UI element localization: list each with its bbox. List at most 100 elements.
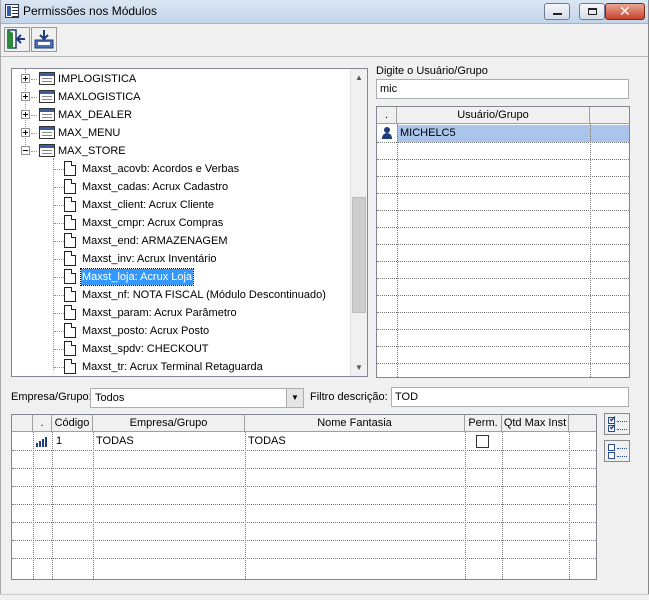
company-grid-header-codigo[interactable]: Código [52, 415, 93, 432]
tree-vertical-scrollbar[interactable]: ▲ ▼ [350, 69, 367, 376]
group-bars-icon [36, 437, 50, 447]
user-grid-header-empty [590, 107, 629, 124]
tree-item-maxst-loja[interactable]: Maxst_loja: Acrux Loja [12, 268, 352, 286]
expand-icon[interactable] [21, 74, 30, 83]
tree-item-maxst-cadas[interactable]: Maxst_cadas: Acrux Cadastro [12, 178, 352, 196]
tree-group-label: MAX_STORE [58, 145, 126, 157]
window-title: Permissões nos Módulos [23, 4, 158, 18]
document-icon [64, 233, 76, 248]
tree-item-label: Maxst_spdv: CHECKOUT [82, 343, 209, 355]
tree-group-max-menu[interactable]: MAX_MENU [12, 124, 352, 142]
tree-item-maxst-inv[interactable]: Maxst_inv: Acrux Inventário [12, 250, 352, 268]
company-cell-codigo: 1 [56, 435, 63, 447]
document-icon [64, 251, 76, 266]
scroll-down-arrow-icon[interactable]: ▼ [351, 359, 367, 376]
tree-item-maxst-posto[interactable]: Maxst_posto: Acrux Posto [12, 322, 352, 340]
expand-icon[interactable] [21, 110, 30, 119]
tree-item-maxst-tr[interactable]: Maxst_tr: Acrux Terminal Retaguarda [12, 358, 352, 376]
user-grid-header-marker[interactable]: . [377, 107, 397, 124]
module-icon [39, 90, 55, 103]
company-grid-header-marker[interactable]: . [33, 415, 52, 432]
check-all-icon: ✔ ✔ [608, 414, 628, 434]
scroll-thumb[interactable] [352, 197, 366, 313]
tree-item-label: Maxst_cmpr: Acrux Compras [82, 217, 224, 229]
tree-group-label: MAX_MENU [58, 127, 121, 139]
module-icon [39, 108, 55, 121]
status-strip [0, 594, 649, 600]
document-icon [64, 323, 76, 338]
module-icon [39, 144, 55, 157]
tree-group-label: MAX_DEALER [58, 109, 132, 121]
tree-item-maxst-spdv[interactable]: Maxst_spdv: CHECKOUT [12, 340, 352, 358]
company-grid-header-qtd[interactable]: Qtd Max Inst [502, 415, 569, 432]
tree-group-max-store[interactable]: MAX_STORE [12, 142, 352, 160]
company-grid-header-empresa[interactable]: Empresa/Grupo [93, 415, 245, 432]
document-icon [64, 269, 76, 284]
user-grid-header-name[interactable]: Usuário/Grupo [397, 107, 590, 124]
document-icon [64, 215, 76, 230]
company-cell-fantasia: TODAS [248, 435, 286, 447]
document-icon [64, 305, 76, 320]
tree-item-maxst-acovb[interactable]: Maxst_acovb: Acordos e Verbas [12, 160, 352, 178]
tree-item-label: Maxst_tr: Acrux Terminal Retaguarda [82, 361, 263, 373]
uncheck-all-icon [608, 443, 628, 461]
window-app-icon [5, 4, 19, 18]
empresa-select[interactable]: Todos ▼ [90, 388, 304, 408]
company-row[interactable]: 1 TODAS TODAS [12, 433, 596, 450]
uncheck-all-button[interactable] [604, 440, 630, 462]
tree-item-label: Maxst_cadas: Acrux Cadastro [82, 181, 229, 193]
maximize-icon [588, 8, 597, 15]
save-button[interactable] [31, 27, 57, 52]
tree-group-label: MAXLOGISTICA [58, 91, 141, 103]
dropdown-arrow-icon[interactable]: ▼ [286, 389, 303, 407]
document-icon [64, 197, 76, 212]
module-icon [39, 72, 55, 85]
check-all-button[interactable]: ✔ ✔ [604, 413, 630, 435]
module-icon [39, 126, 55, 139]
tree-group-implogistica[interactable]: IMPLOGISTICA [12, 70, 352, 88]
descricao-label: Filtro descrição: [310, 391, 388, 403]
empresa-label: Empresa/Grupo: [11, 391, 92, 403]
tree-item-maxst-cmpr[interactable]: Maxst_cmpr: Acrux Compras [12, 214, 352, 232]
perm-checkbox[interactable] [476, 435, 489, 448]
document-icon [64, 179, 76, 194]
tree-item-maxst-end[interactable]: Maxst_end: ARMAZENAGEM [12, 232, 352, 250]
module-tree[interactable]: IMPLOGISTICA MAXLOGISTICA MAX_DEALER MAX… [11, 68, 368, 377]
tree-item-label: Maxst_end: ARMAZENAGEM [82, 235, 228, 247]
company-grid-header-fantasia[interactable]: Nome Fantasia [245, 415, 465, 432]
exit-door-icon [7, 29, 25, 49]
save-download-icon [34, 30, 54, 49]
descricao-filter-input[interactable]: TOD [391, 387, 629, 407]
company-cell-empresa: TODAS [96, 435, 134, 447]
tree-item-maxst-nf[interactable]: Maxst_nf: NOTA FISCAL (Módulo Descontinu… [12, 286, 352, 304]
tree-item-label: Maxst_posto: Acrux Posto [82, 325, 210, 337]
close-button[interactable]: ✕ [605, 3, 645, 20]
user-cell-name: MICHELC5 [400, 127, 456, 139]
tree-item-label: Maxst_nf: NOTA FISCAL (Módulo Descontinu… [82, 289, 326, 301]
user-search-input[interactable]: mic [376, 79, 629, 99]
tree-item-maxst-param[interactable]: Maxst_param: Acrux Parâmetro [12, 304, 352, 322]
close-icon: ✕ [619, 3, 631, 19]
maximize-button[interactable] [579, 3, 605, 20]
tree-group-label: IMPLOGISTICA [58, 73, 137, 85]
company-grid-header-perm[interactable]: Perm. [465, 415, 502, 432]
collapse-icon[interactable] [21, 146, 30, 155]
tree-item-label-selected: Maxst_loja: Acrux Loja [79, 268, 195, 286]
scroll-up-arrow-icon[interactable]: ▲ [351, 69, 367, 86]
company-grid-header-filler [569, 415, 596, 432]
expand-icon[interactable] [21, 92, 30, 101]
document-icon [64, 161, 76, 176]
expand-icon[interactable] [21, 128, 30, 137]
minimize-button[interactable] [544, 3, 570, 20]
empresa-select-value: Todos [95, 392, 125, 404]
company-grid[interactable]: . Código Empresa/Grupo Nome Fantasia Per… [11, 414, 597, 580]
tree-group-max-dealer[interactable]: MAX_DEALER [12, 106, 352, 124]
tree-item-label: Maxst_acovb: Acordos e Verbas [82, 163, 240, 175]
tree-item-maxst-client[interactable]: Maxst_client: Acrux Cliente [12, 196, 352, 214]
document-icon [64, 287, 76, 302]
title-bar: Permissões nos Módulos ✕ [1, 0, 648, 24]
tree-group-maxlogistica[interactable]: MAXLOGISTICA [12, 88, 352, 106]
tree-item-label: Maxst_inv: Acrux Inventário [82, 253, 217, 265]
user-grid[interactable]: . Usuário/Grupo MICHELC5 [376, 106, 630, 378]
exit-button[interactable] [4, 27, 30, 52]
